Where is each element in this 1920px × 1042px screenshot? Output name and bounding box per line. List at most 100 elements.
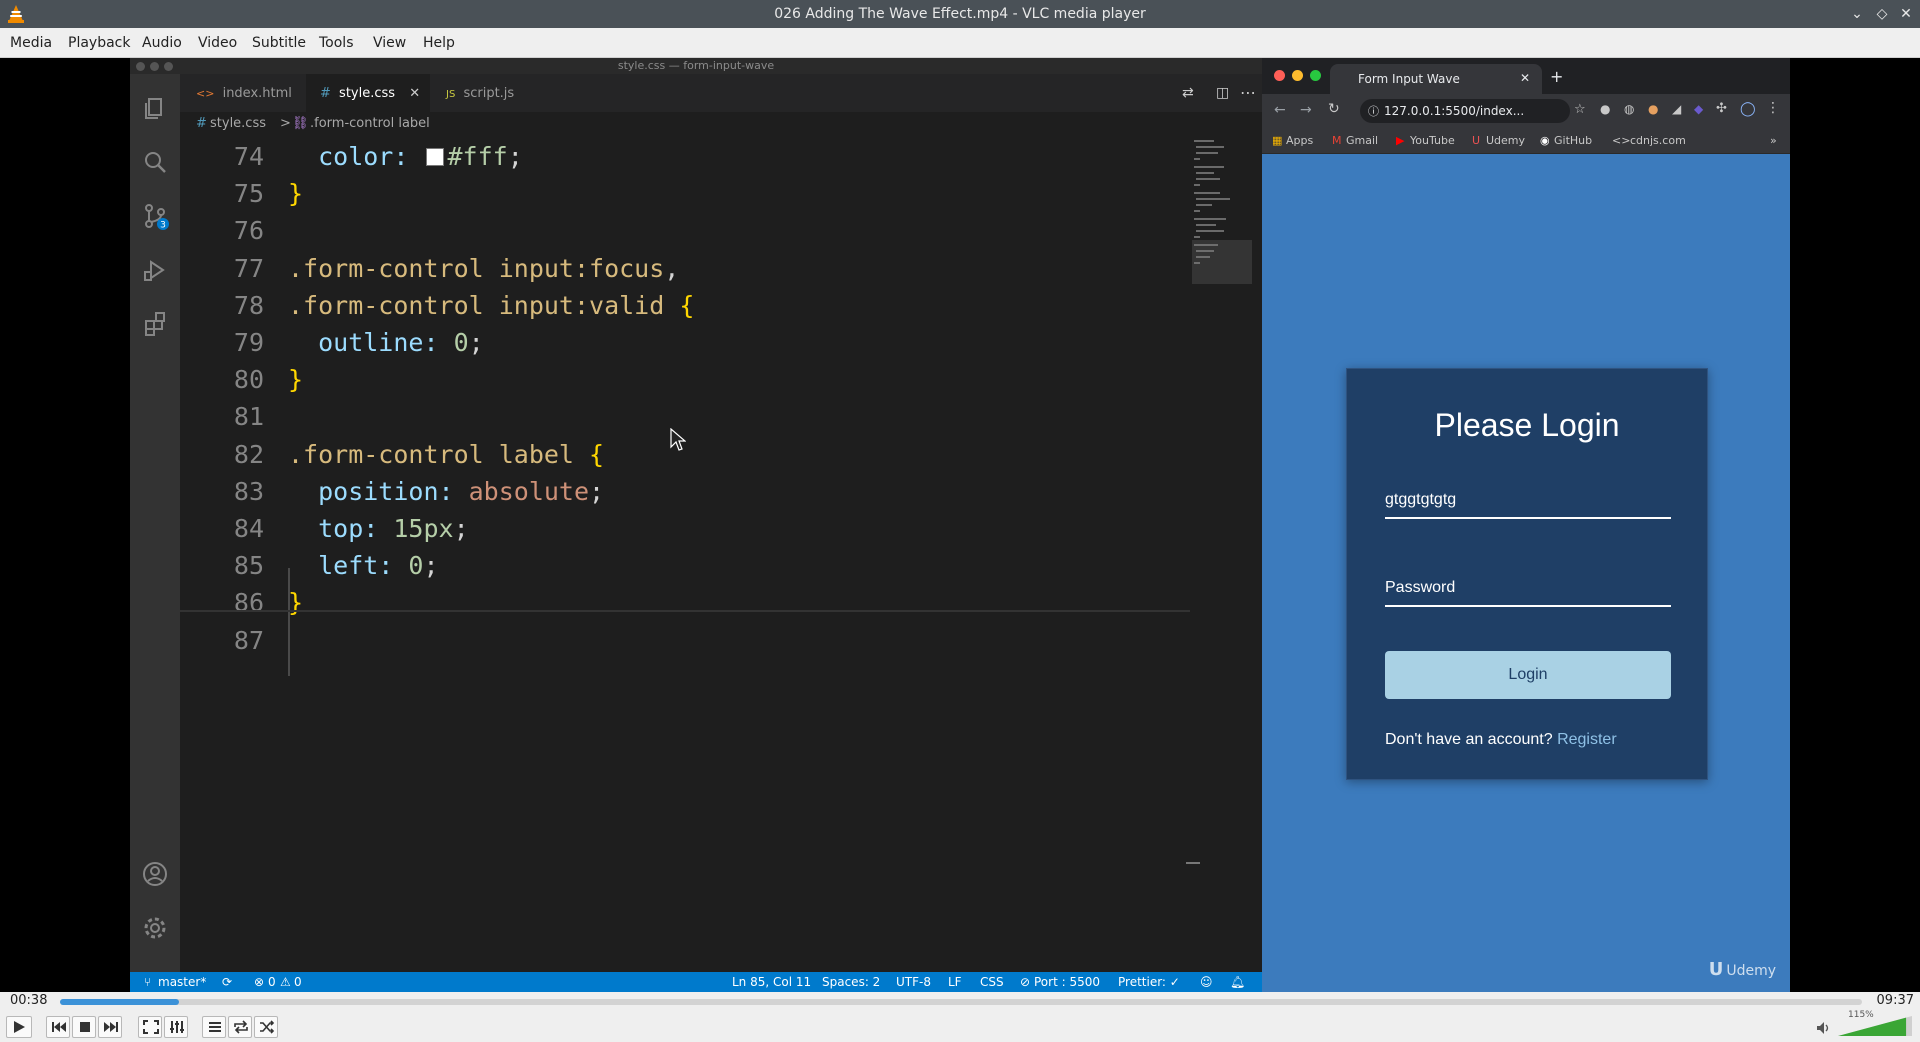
search-icon[interactable] — [141, 148, 169, 176]
info-icon: ⓘ — [1368, 105, 1379, 118]
line-number: 85 — [233, 551, 264, 581]
more-actions-icon[interactable]: ⋯ — [1240, 83, 1256, 102]
more-bookmarks-icon[interactable]: » — [1770, 134, 1777, 147]
password-field[interactable]: Password — [1385, 573, 1671, 607]
notifications-bell-icon[interactable]: 🔔︎ — [1230, 975, 1245, 989]
extended-settings-button[interactable] — [164, 1016, 188, 1038]
bookmark-gmail[interactable]: Gmail — [1346, 134, 1378, 147]
menu-view[interactable]: View — [373, 35, 406, 51]
video-area[interactable]: style.css — form-input-wave 3 <> index.h… — [0, 58, 1920, 992]
sync-icon[interactable]: ⟳ — [222, 975, 232, 989]
split-editor-icon[interactable]: ◫ — [1216, 85, 1229, 101]
minimap[interactable] — [1192, 136, 1252, 286]
bookmark-apps[interactable]: Apps — [1286, 134, 1313, 147]
fullscreen-icon — [143, 1020, 159, 1034]
playlist-button[interactable] — [202, 1016, 226, 1038]
explorer-icon[interactable] — [141, 94, 169, 122]
settings-gear-icon[interactable] — [141, 914, 169, 942]
extension-icon[interactable]: ◆ — [1694, 102, 1703, 116]
code-token: } — [288, 365, 304, 395]
feedback-icon[interactable]: ☺ — [1200, 975, 1213, 989]
minimize-dot-icon[interactable] — [1292, 70, 1303, 81]
prettier-status[interactable]: Prettier: ✓ — [1118, 975, 1180, 989]
stop-button[interactable] — [72, 1016, 96, 1038]
live-server-icon: ⊘ — [1020, 975, 1031, 989]
shuffle-button[interactable] — [254, 1016, 278, 1038]
tab-style-css[interactable]: # style.css ✕ — [306, 74, 430, 112]
tab-script-js[interactable]: JS script.js — [430, 74, 554, 112]
language-mode[interactable]: CSS — [980, 975, 1004, 989]
code-token: } — [288, 588, 304, 618]
puzzle-icon[interactable]: ✣ — [1716, 101, 1727, 116]
extension-icon[interactable]: ● — [1648, 102, 1658, 116]
bookmark-cdnjs[interactable]: cdnjs.com — [1630, 134, 1686, 147]
source-control-icon[interactable]: 3 — [141, 202, 169, 230]
close-icon[interactable]: ✕ — [1897, 5, 1915, 23]
scm-badge: 3 — [160, 221, 166, 231]
file-encoding[interactable]: UTF-8 — [896, 975, 931, 989]
forward-icon[interactable]: → — [1300, 102, 1312, 118]
run-debug-icon[interactable] — [141, 256, 169, 284]
volume-slider[interactable] — [1838, 1014, 1912, 1036]
live-server-port[interactable]: Port : 5500 — [1034, 975, 1100, 989]
browser-tab[interactable]: Form Input Wave ✕ — [1330, 64, 1542, 94]
breadcrumb-symbol[interactable]: .form-control label — [310, 116, 430, 131]
volume-icon[interactable] — [1816, 1020, 1832, 1036]
breadcrumb-file[interactable]: style.css — [210, 116, 266, 131]
previous-button[interactable] — [46, 1016, 70, 1038]
next-button[interactable] — [98, 1016, 122, 1038]
extension-icon[interactable]: ◍ — [1624, 102, 1634, 116]
account-icon[interactable] — [141, 860, 169, 888]
tab-close-icon[interactable]: ✕ — [1520, 71, 1530, 85]
menu-media[interactable]: Media — [10, 35, 52, 51]
bookmark-star-icon[interactable]: ☆ — [1574, 102, 1586, 117]
line-ending[interactable]: LF — [948, 975, 962, 989]
color-swatch-icon[interactable] — [426, 148, 445, 166]
back-icon[interactable]: ← — [1274, 102, 1286, 118]
indent-setting[interactable]: Spaces: 2 — [822, 975, 880, 989]
code-token: 0 — [453, 328, 469, 357]
fullscreen-button[interactable] — [138, 1016, 162, 1038]
reload-icon[interactable]: ↻ — [1328, 101, 1340, 117]
zoom-dot-icon[interactable] — [1310, 70, 1321, 81]
minimize-icon[interactable]: ⌄ — [1848, 5, 1866, 23]
tab-index-html[interactable]: <> index.html — [186, 74, 306, 112]
extensions-icon[interactable] — [141, 310, 169, 338]
menu-help[interactable]: Help — [423, 35, 455, 51]
error-count[interactable]: 0 — [268, 975, 276, 989]
play-button[interactable] — [6, 1016, 32, 1038]
browser-menu-icon[interactable]: ⋮ — [1766, 100, 1780, 116]
code-token: 15px — [393, 514, 454, 543]
email-field[interactable]: gtggtgtgtg — [1385, 485, 1671, 519]
tab-close-icon[interactable]: ✕ — [409, 86, 420, 101]
menu-video[interactable]: Video — [198, 35, 237, 51]
menu-playback[interactable]: Playback — [68, 35, 130, 51]
loop-button[interactable] — [228, 1016, 252, 1038]
bookmark-udemy[interactable]: Udemy — [1486, 134, 1525, 147]
extension-icon[interactable]: ◢ — [1672, 102, 1681, 116]
extension-icon[interactable]: ● — [1600, 102, 1610, 116]
line-number: 80 — [233, 365, 264, 395]
bookmark-github[interactable]: GitHub — [1554, 134, 1592, 147]
maximize-icon[interactable]: ◇ — [1873, 5, 1891, 23]
seek-slider[interactable] — [60, 999, 1862, 1005]
open-changes-icon[interactable]: ⇄ — [1182, 85, 1194, 101]
menu-subtitle[interactable]: Subtitle — [252, 35, 306, 51]
new-tab-icon[interactable]: + — [1550, 67, 1563, 86]
code-token: left: — [288, 551, 409, 581]
menu-audio[interactable]: Audio — [142, 35, 182, 51]
git-branch[interactable]: master* — [158, 975, 206, 989]
login-button[interactable]: Login — [1385, 651, 1671, 699]
close-dot-icon[interactable] — [1274, 70, 1285, 81]
indent-guide — [288, 568, 290, 676]
warning-count[interactable]: 0 — [294, 975, 302, 989]
register-link[interactable]: Register — [1557, 731, 1617, 748]
current-line-highlight — [180, 610, 1190, 612]
profile-icon[interactable]: ◯ — [1740, 101, 1756, 117]
address-bar[interactable]: ⓘ 127.0.0.1:5500/index... — [1360, 99, 1570, 123]
menu-tools[interactable]: Tools — [319, 35, 354, 51]
bookmark-youtube[interactable]: YouTube — [1410, 134, 1455, 147]
cursor-position[interactable]: Ln 85, Col 11 — [732, 975, 811, 989]
code-editor[interactable]: 74 color: #fff; 75} 76 77 .form-control inpu… — [180, 136, 1200, 972]
code-token: ; — [507, 142, 523, 171]
